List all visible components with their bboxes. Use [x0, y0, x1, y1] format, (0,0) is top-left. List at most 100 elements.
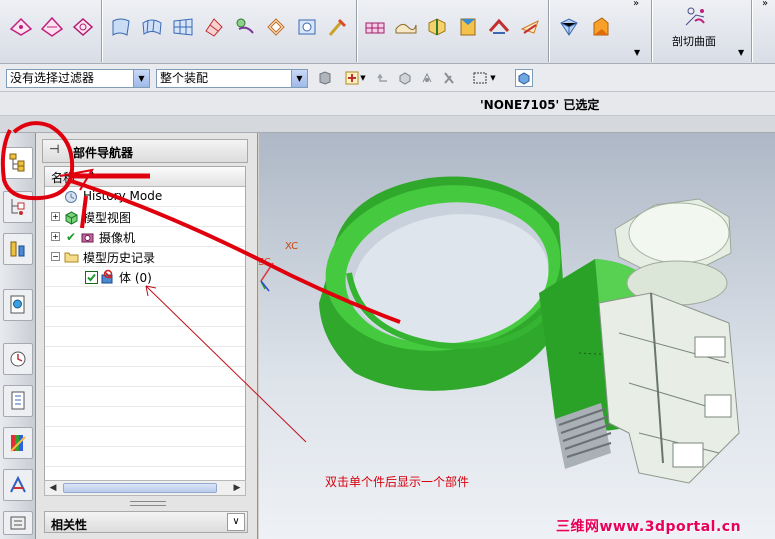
chevron-down-icon[interactable]: ▼: [738, 48, 744, 57]
xc-axis-label: XC: [285, 241, 299, 252]
folder-icon: [63, 249, 79, 265]
scroll-right-icon[interactable]: ▶: [230, 482, 244, 494]
tree-row-empty: [45, 367, 245, 387]
tree-row-label: 模型历史记录: [83, 251, 156, 265]
chevron-down-icon[interactable]: ▼: [488, 69, 498, 87]
silhouette-icon[interactable]: [587, 14, 612, 39]
column-header-name[interactable]: 名称 ▲: [45, 167, 245, 187]
trim-icon[interactable]: [294, 14, 319, 39]
chevron-down-icon[interactable]: ▼: [133, 70, 149, 87]
tree-row-empty: [45, 407, 245, 427]
toolbar-group-2: [108, 4, 350, 60]
selection-bar: 没有选择过滤器 ▼ 整个装配 ▼ ▼ ▼: [0, 64, 775, 92]
tree-row-empty: [45, 287, 245, 307]
status-strip: [0, 116, 775, 133]
part-navigator-panel: ⊣ 部件导航器 名称 ▲ History Mode + 模型视图 + ✔ 摄像机…: [36, 133, 258, 539]
toolbar-group-4: [556, 4, 612, 60]
tree-row-empty: [45, 307, 245, 327]
law-extension-icon[interactable]: [232, 14, 257, 39]
tree-row-cameras[interactable]: + ✔ 摄像机: [45, 227, 245, 247]
section-surface-icon: [682, 4, 707, 29]
panel-splitter[interactable]: [130, 501, 166, 506]
sew-icon[interactable]: [517, 14, 542, 39]
history-icon[interactable]: [3, 343, 33, 375]
selection-status: 'NONE7105' 已选定: [480, 98, 600, 112]
select-body-icon[interactable]: [515, 69, 533, 87]
info-icon[interactable]: [3, 511, 33, 535]
toolbar-overflow[interactable]: »: [762, 0, 768, 9]
roles-icon[interactable]: [3, 385, 33, 417]
knob-assembly: [598, 198, 740, 484]
constraint-icon[interactable]: [3, 233, 33, 265]
tree-row-model-views[interactable]: + 模型视图: [45, 207, 245, 227]
toolbar-separator: [101, 0, 103, 62]
reset-filter-icon[interactable]: [316, 69, 334, 87]
expand-icon[interactable]: +: [51, 232, 60, 241]
dependencies-title: 相关性: [51, 518, 88, 532]
bridge-icon[interactable]: [556, 14, 581, 39]
chevron-down-icon[interactable]: ▼: [291, 70, 307, 87]
surface-icon[interactable]: [39, 14, 64, 39]
palette-icon[interactable]: [3, 469, 33, 501]
tree-row-model-history[interactable]: − 模型历史记录: [45, 247, 245, 267]
chevron-down-icon[interactable]: ▼: [634, 48, 640, 57]
section-surface-label: 剖切曲面: [672, 35, 716, 48]
tree-row-history-mode[interactable]: History Mode: [45, 187, 245, 207]
surface-icon[interactable]: [70, 14, 95, 39]
model-views-icon: [63, 209, 79, 225]
swept-icon[interactable]: [201, 14, 226, 39]
tree-row-empty: [45, 387, 245, 407]
navigator-title: 部件导航器: [73, 146, 134, 160]
mesh-surface-icon[interactable]: [170, 14, 195, 39]
snap-intersection-icon[interactable]: [440, 69, 458, 87]
tree-row-label: 摄像机: [99, 231, 136, 245]
offset-surface-icon[interactable]: [263, 14, 288, 39]
scroll-left-icon[interactable]: ◀: [46, 482, 60, 494]
type-filter-dropdown[interactable]: 没有选择过滤器 ▼: [6, 69, 150, 88]
ruled-surface-icon[interactable]: [108, 14, 133, 39]
type-filter-value: 没有选择过滤器: [10, 71, 95, 85]
pin-icon[interactable]: ⊣: [49, 142, 59, 156]
system-materials-icon[interactable]: [3, 427, 33, 459]
surface-icon[interactable]: [8, 14, 33, 39]
column-name-label: 名称: [51, 171, 76, 185]
checkbox-checked-icon[interactable]: [83, 269, 99, 285]
part-navigator-icon[interactable]: [3, 191, 33, 223]
body-feature-icon: [99, 269, 115, 285]
chevron-down-icon[interactable]: ∨: [227, 513, 245, 531]
rectangle-select-icon[interactable]: [471, 69, 489, 87]
section-icon[interactable]: [424, 14, 449, 39]
tree-row-label: 模型视图: [83, 211, 132, 225]
curvature-icon[interactable]: [393, 14, 418, 39]
scrollbar-thumb[interactable]: [63, 483, 217, 493]
expand-icon[interactable]: +: [51, 212, 60, 221]
navigator-tree: 名称 ▲ History Mode + 模型视图 + ✔ 摄像机 − 模型历史记…: [44, 166, 246, 496]
through-curves-icon[interactable]: [139, 14, 164, 39]
camera-icon: [79, 229, 95, 245]
toolbar-overflow[interactable]: »: [633, 0, 639, 9]
select-faces-icon[interactable]: [396, 69, 414, 87]
selection-scope-dropdown[interactable]: 整个装配 ▼: [156, 69, 308, 88]
selection-scope-value: 整个装配: [160, 71, 209, 85]
extend-icon[interactable]: [325, 14, 350, 39]
thicken-icon[interactable]: [486, 14, 511, 39]
undo-selection-icon[interactable]: [374, 69, 392, 87]
snap-arc-center-icon[interactable]: [418, 69, 436, 87]
tree-row-empty: [45, 447, 245, 467]
chevron-down-icon[interactable]: ▼: [358, 69, 368, 87]
dependencies-panel-header[interactable]: 相关性 ∨: [44, 511, 248, 533]
assembly-navigator-icon[interactable]: [3, 147, 33, 179]
toolbar-group-1: [8, 4, 95, 60]
sort-ascending-icon: ▲: [89, 170, 96, 180]
tree-row-body[interactable]: 体 (0): [45, 267, 245, 287]
toolbar-separator: [356, 0, 358, 62]
section-surface-button[interactable]: 剖切曲面: [660, 2, 728, 60]
tree-row-label: History Mode: [83, 189, 163, 203]
tree-row-empty: [45, 427, 245, 447]
toolbar-separator: [548, 0, 550, 62]
enlarge-icon[interactable]: [455, 14, 480, 39]
collapse-icon[interactable]: −: [51, 252, 60, 261]
web-browser-icon[interactable]: [3, 289, 33, 321]
blend-icon[interactable]: [362, 14, 387, 39]
horizontal-scrollbar[interactable]: ◀ ▶: [44, 480, 246, 496]
